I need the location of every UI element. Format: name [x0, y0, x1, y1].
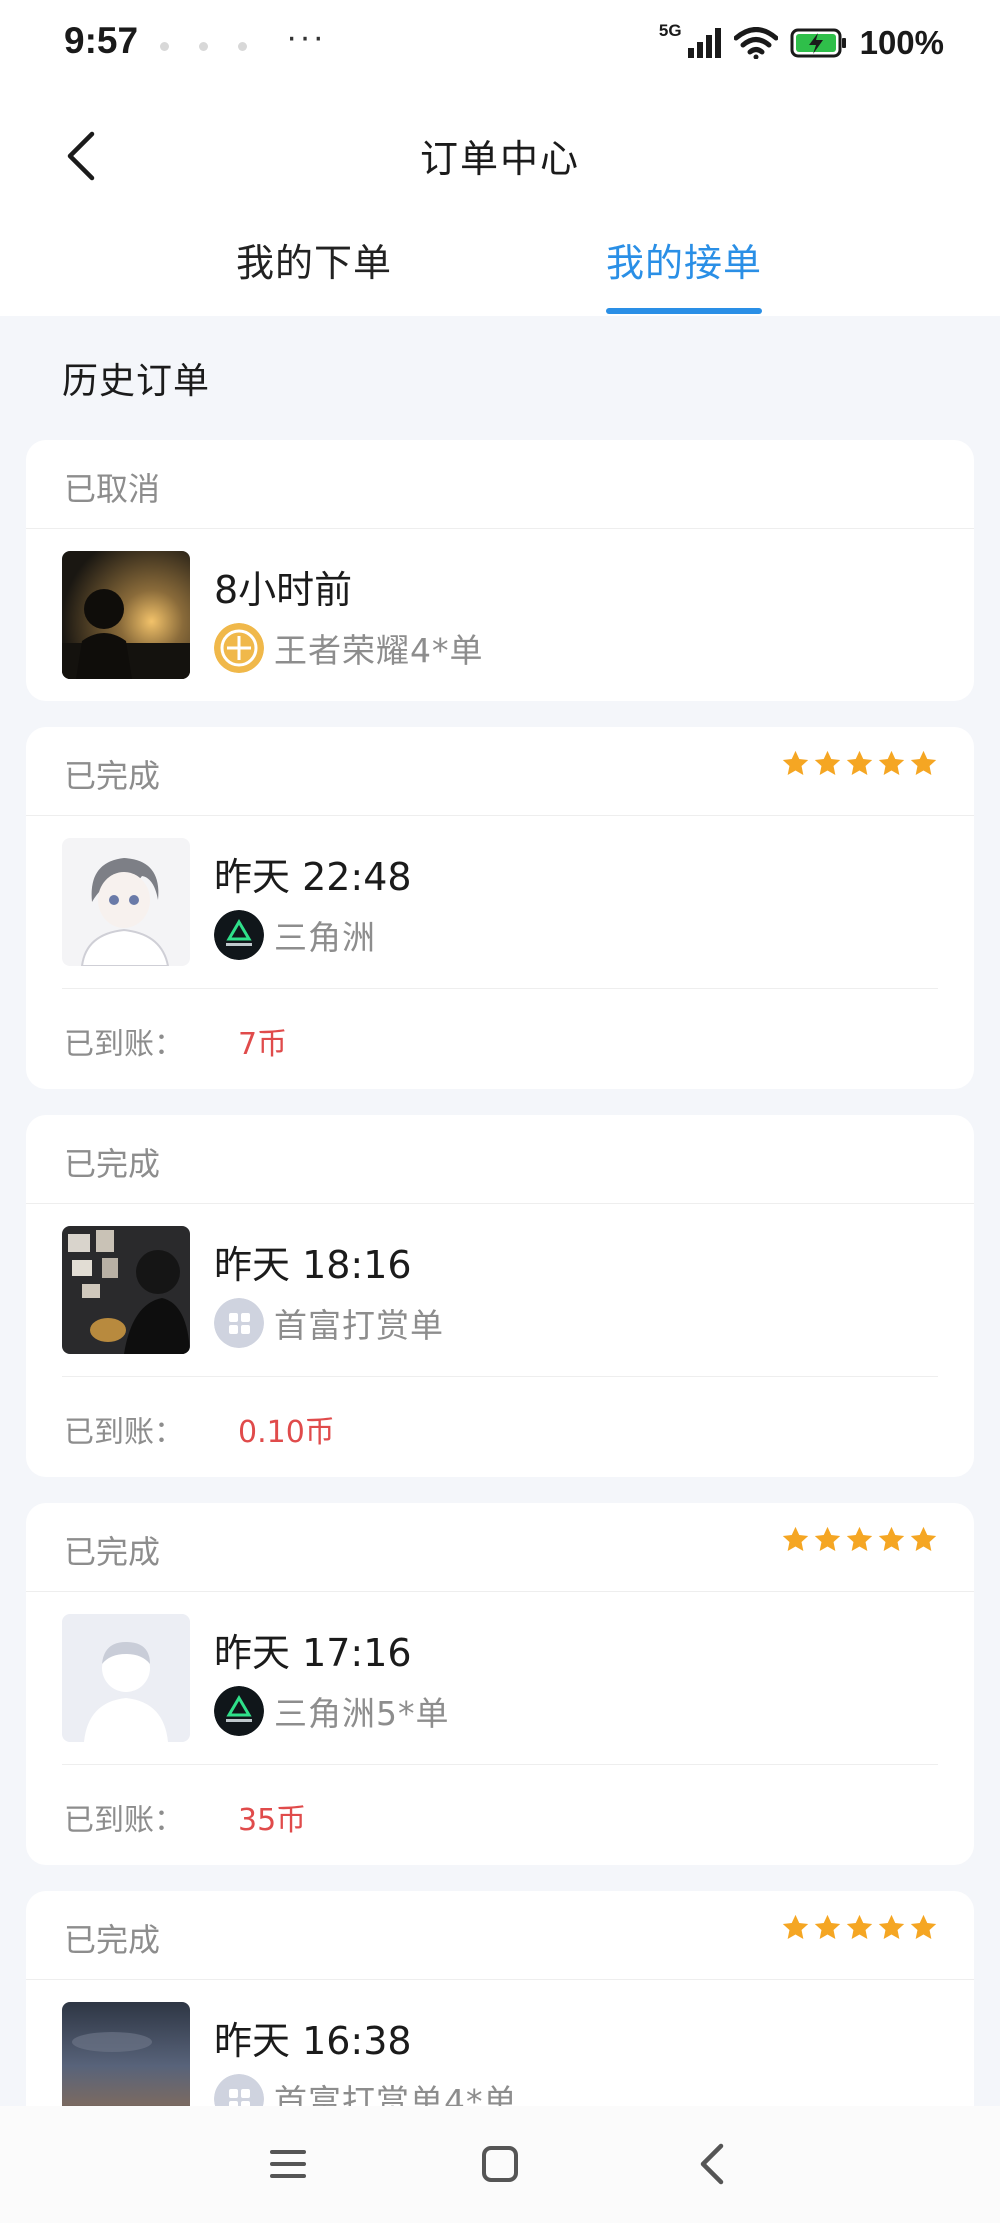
game-name: 三角洲 — [274, 918, 376, 957]
order-status: 已完成 — [64, 1921, 161, 1959]
game-info: 三角洲 — [214, 910, 376, 960]
game-info: 王者荣耀4*单 — [214, 623, 484, 673]
order-time: 昨天 18:16 — [214, 1243, 412, 1287]
order-status: 已完成 — [64, 1533, 161, 1571]
star-icon — [846, 750, 873, 775]
star-icon — [814, 1526, 841, 1551]
tab-my-orders-taken[interactable]: 我的接单 — [606, 232, 762, 287]
home-square-icon — [482, 2146, 518, 2182]
star-icon — [814, 1914, 841, 1939]
order-time: 8小时前 — [214, 568, 353, 612]
menu-icon — [270, 2150, 306, 2178]
order-card[interactable]: 已完成 昨天 22:48 三角洲 已到账： 7币 — [26, 727, 974, 1089]
order-status: 已完成 — [64, 757, 161, 795]
order-card-footer: 已到账： 35币 — [62, 1764, 938, 1865]
income-label: 已到账： — [64, 1415, 184, 1450]
order-list: 已取消 8小时前 王者荣耀4*单 已完成 昨天 22:48 三角洲 已到账： 7… — [26, 440, 974, 2178]
star-icon — [878, 1914, 905, 1939]
order-card-header: 已取消 — [26, 440, 974, 529]
reward-grid-icon — [214, 1298, 264, 1348]
battery-charging-icon — [790, 28, 846, 58]
more-notifications-icon: ··· — [286, 18, 326, 56]
income-value: 7币 — [238, 1027, 288, 1062]
network-type: 5G — [658, 21, 682, 40]
star-icon — [910, 750, 937, 775]
game-name: 三角洲5*单 — [274, 1694, 450, 1733]
income-value: 35币 — [238, 1803, 307, 1838]
notification-dots — [160, 42, 247, 51]
order-card-header: 已完成 — [26, 1891, 974, 1980]
header: 订单中心 我的下单 我的接单 — [0, 96, 1000, 316]
order-time: 昨天 22:48 — [214, 855, 412, 899]
rating-stars — [781, 1525, 938, 1554]
game-info: 首富打赏单 — [214, 1298, 444, 1348]
delta-force-icon — [214, 910, 264, 960]
avatar[interactable] — [62, 838, 190, 966]
star-icon — [782, 1914, 809, 1939]
income-label: 已到账： — [64, 1803, 184, 1838]
star-icon — [878, 1526, 905, 1551]
avatar[interactable] — [62, 1226, 190, 1354]
honor-of-kings-icon — [214, 623, 264, 673]
status-indicators: 5G 100% — [658, 21, 944, 62]
order-card-body: 8小时前 王者荣耀4*单 — [26, 529, 974, 701]
home-button[interactable] — [468, 2132, 532, 2196]
order-card[interactable]: 已完成 昨天 17:16 三角洲5*单 已到账： 35币 — [26, 1503, 974, 1865]
order-card[interactable]: 已完成 昨天 18:16 首富打赏单 已到账： 0.10币 — [26, 1115, 974, 1477]
history-orders-title: 历史订单 — [62, 361, 211, 402]
order-card-header: 已完成 — [26, 727, 974, 816]
game-name: 首富打赏单 — [274, 1306, 444, 1345]
star-icon — [846, 1526, 873, 1551]
order-status: 已取消 — [64, 470, 161, 508]
delta-force-icon — [214, 1686, 264, 1736]
rating-stars — [781, 749, 938, 778]
order-card-header: 已完成 — [26, 1115, 974, 1204]
income-value: 0.10币 — [238, 1415, 335, 1450]
income-label: 已到账： — [64, 1027, 184, 1062]
star-icon — [782, 1526, 809, 1551]
star-icon — [846, 1914, 873, 1939]
star-icon — [782, 750, 809, 775]
system-back-button[interactable] — [680, 2132, 744, 2196]
star-icon — [878, 750, 905, 775]
order-card-header: 已完成 — [26, 1503, 974, 1592]
star-icon — [910, 1526, 937, 1551]
system-nav-bar — [0, 2106, 1000, 2223]
avatar[interactable] — [62, 551, 190, 679]
menu-button[interactable] — [256, 2132, 320, 2196]
star-icon — [814, 750, 841, 775]
game-name: 王者荣耀4*单 — [274, 631, 484, 670]
wifi-icon — [733, 27, 778, 59]
active-tab-indicator — [606, 308, 762, 314]
order-time: 昨天 16:38 — [214, 2019, 412, 2063]
default-avatar[interactable] — [62, 1614, 190, 1742]
order-card-body: 昨天 22:48 三角洲 — [26, 816, 974, 988]
battery-percent: 100% — [859, 24, 944, 61]
game-info: 三角洲5*单 — [214, 1686, 450, 1736]
order-card-body: 昨天 18:16 首富打赏单 — [26, 1204, 974, 1376]
signal-icon — [687, 28, 721, 58]
page-title: 订单中心 — [419, 137, 580, 181]
tab-my-orders-placed[interactable]: 我的下单 — [236, 232, 392, 287]
order-card-body: 昨天 17:16 三角洲5*单 — [26, 1592, 974, 1764]
order-card-footer: 已到账： 7币 — [62, 988, 938, 1089]
order-card[interactable]: 已取消 8小时前 王者荣耀4*单 — [26, 440, 974, 701]
order-status: 已完成 — [64, 1145, 161, 1183]
status-time: 9:57 — [64, 20, 139, 61]
rating-stars — [781, 1913, 938, 1942]
order-time: 昨天 17:16 — [214, 1631, 412, 1675]
order-card-footer: 已到账： 0.10币 — [62, 1376, 938, 1477]
back-icon — [700, 2143, 724, 2185]
star-icon — [910, 1914, 937, 1939]
status-bar: 9:57 ··· 5G 100% — [0, 0, 1000, 96]
